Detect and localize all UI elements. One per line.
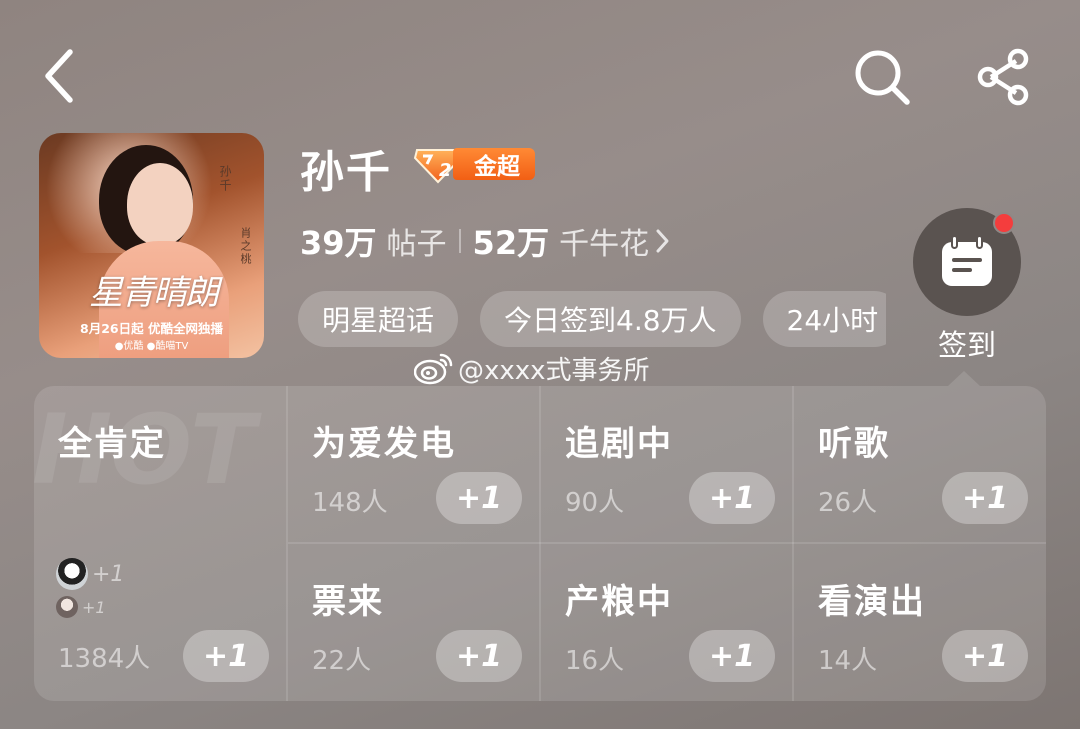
super-topic-cover-image[interactable]: 孙千 肖之桃 星青晴朗 8月26日起 优酷全网独播 ●优酷 ●酷喵TV bbox=[39, 133, 264, 358]
posts-label: 帖子 bbox=[386, 227, 447, 262]
search-button[interactable] bbox=[850, 45, 914, 109]
share-icon bbox=[977, 48, 1029, 106]
cover-side-role: 肖之桃 bbox=[239, 227, 252, 266]
flowers-count: 52万 bbox=[472, 224, 550, 262]
plus-one-button[interactable]: +1 bbox=[689, 472, 775, 524]
mood-cell[interactable]: 听歌 26人 +1 bbox=[794, 386, 1046, 542]
weibo-watermark: @xxxx式事务所 bbox=[414, 348, 650, 388]
chip-star-super-topic[interactable]: 明星超话 bbox=[298, 291, 459, 347]
tag-chip-row: 明星超话 今日签到4.8万人 24小时 bbox=[298, 291, 886, 347]
cover-portrait-face bbox=[127, 163, 193, 245]
mood-title: 为爱发电 bbox=[312, 424, 456, 464]
mood-cell[interactable]: 看演出 14人 +1 bbox=[794, 544, 1046, 701]
mood-count: 26人 bbox=[818, 488, 878, 518]
search-icon bbox=[855, 50, 910, 105]
mood-title: 追剧中 bbox=[565, 424, 673, 464]
plus-one-button[interactable]: +1 bbox=[436, 630, 522, 682]
mood-grid-panel: HOT 全肯定 +1 +1 1384人 +1 为爱发电 148人 +1 追剧中 … bbox=[34, 386, 1046, 701]
mood-count: 16人 bbox=[565, 646, 625, 676]
topic-title: 孙千 bbox=[300, 147, 392, 198]
avatar-plus-label: +1 bbox=[92, 561, 125, 587]
cover-platform-line: ●优酷 ●酷喵TV bbox=[114, 341, 189, 352]
mood-cell[interactable]: 为爱发电 148人 +1 bbox=[288, 386, 539, 542]
cover-script-title: 星青晴朗 bbox=[89, 273, 219, 313]
weibo-logo-icon bbox=[414, 353, 453, 385]
plus-one-button[interactable]: +1 bbox=[942, 630, 1028, 682]
back-button[interactable] bbox=[30, 45, 86, 107]
avatar bbox=[56, 558, 88, 590]
mood-cell[interactable]: 产粮中 16人 +1 bbox=[541, 544, 792, 701]
mood-count: 148人 bbox=[312, 488, 388, 518]
topic-stats: 39万 帖子 52万 千牛花 bbox=[300, 218, 671, 264]
flowers-label: 千牛花 bbox=[559, 227, 650, 262]
share-button[interactable] bbox=[972, 45, 1036, 109]
featured-mood-title: 全肯定 bbox=[58, 424, 166, 464]
mood-count: 22人 bbox=[312, 646, 372, 676]
cover-side-name: 孙千 bbox=[218, 165, 232, 193]
stats-divider bbox=[458, 229, 461, 253]
cover-date-line: 8月26日起 优酷全网独播 bbox=[80, 321, 223, 336]
avatar-row: +1 bbox=[56, 596, 106, 618]
flowers-link[interactable]: 52万 千牛花 bbox=[473, 218, 672, 264]
avatar-row: +1 bbox=[56, 558, 124, 590]
featured-mood-cell[interactable]: HOT 全肯定 +1 +1 1384人 +1 bbox=[34, 386, 286, 701]
mood-title: 产粮中 bbox=[565, 582, 673, 622]
plus-one-button[interactable]: +1 bbox=[689, 630, 775, 682]
mood-cell[interactable]: 追剧中 90人 +1 bbox=[541, 386, 792, 542]
mood-title: 听歌 bbox=[818, 424, 890, 464]
watermark-text: @xxxx式事务所 bbox=[458, 355, 650, 386]
checkin-label[interactable]: 签到 bbox=[913, 322, 1021, 364]
mood-title: 票来 bbox=[312, 582, 384, 622]
calendar-icon bbox=[942, 235, 992, 286]
plus-one-button[interactable]: +1 bbox=[942, 472, 1028, 524]
mood-cell[interactable]: 票来 22人 +1 bbox=[288, 544, 539, 701]
notification-dot bbox=[993, 212, 1015, 234]
panel-pointer bbox=[948, 371, 980, 386]
mood-count: 14人 bbox=[818, 646, 878, 676]
avatar bbox=[56, 596, 78, 618]
chevron-right-icon bbox=[656, 229, 669, 253]
plus-one-button[interactable]: +1 bbox=[436, 472, 522, 524]
mood-count: 90人 bbox=[565, 488, 625, 518]
featured-plus-one-button[interactable]: +1 bbox=[183, 630, 269, 682]
mood-title: 看演出 bbox=[818, 582, 926, 622]
level-tier-label: 金超 bbox=[453, 148, 535, 180]
level-number: 2 bbox=[439, 160, 452, 181]
chip-today-checkins[interactable]: 今日签到4.8万人 bbox=[480, 291, 741, 347]
featured-mood-count: 1384人 bbox=[58, 644, 151, 674]
chevron-left-icon bbox=[45, 49, 73, 103]
level-badge[interactable]: 金超 2 bbox=[413, 144, 535, 184]
avatar-plus-label: +1 bbox=[82, 597, 106, 617]
chip-24-hours[interactable]: 24小时 bbox=[762, 291, 886, 347]
posts-count: 39万 bbox=[300, 224, 377, 262]
